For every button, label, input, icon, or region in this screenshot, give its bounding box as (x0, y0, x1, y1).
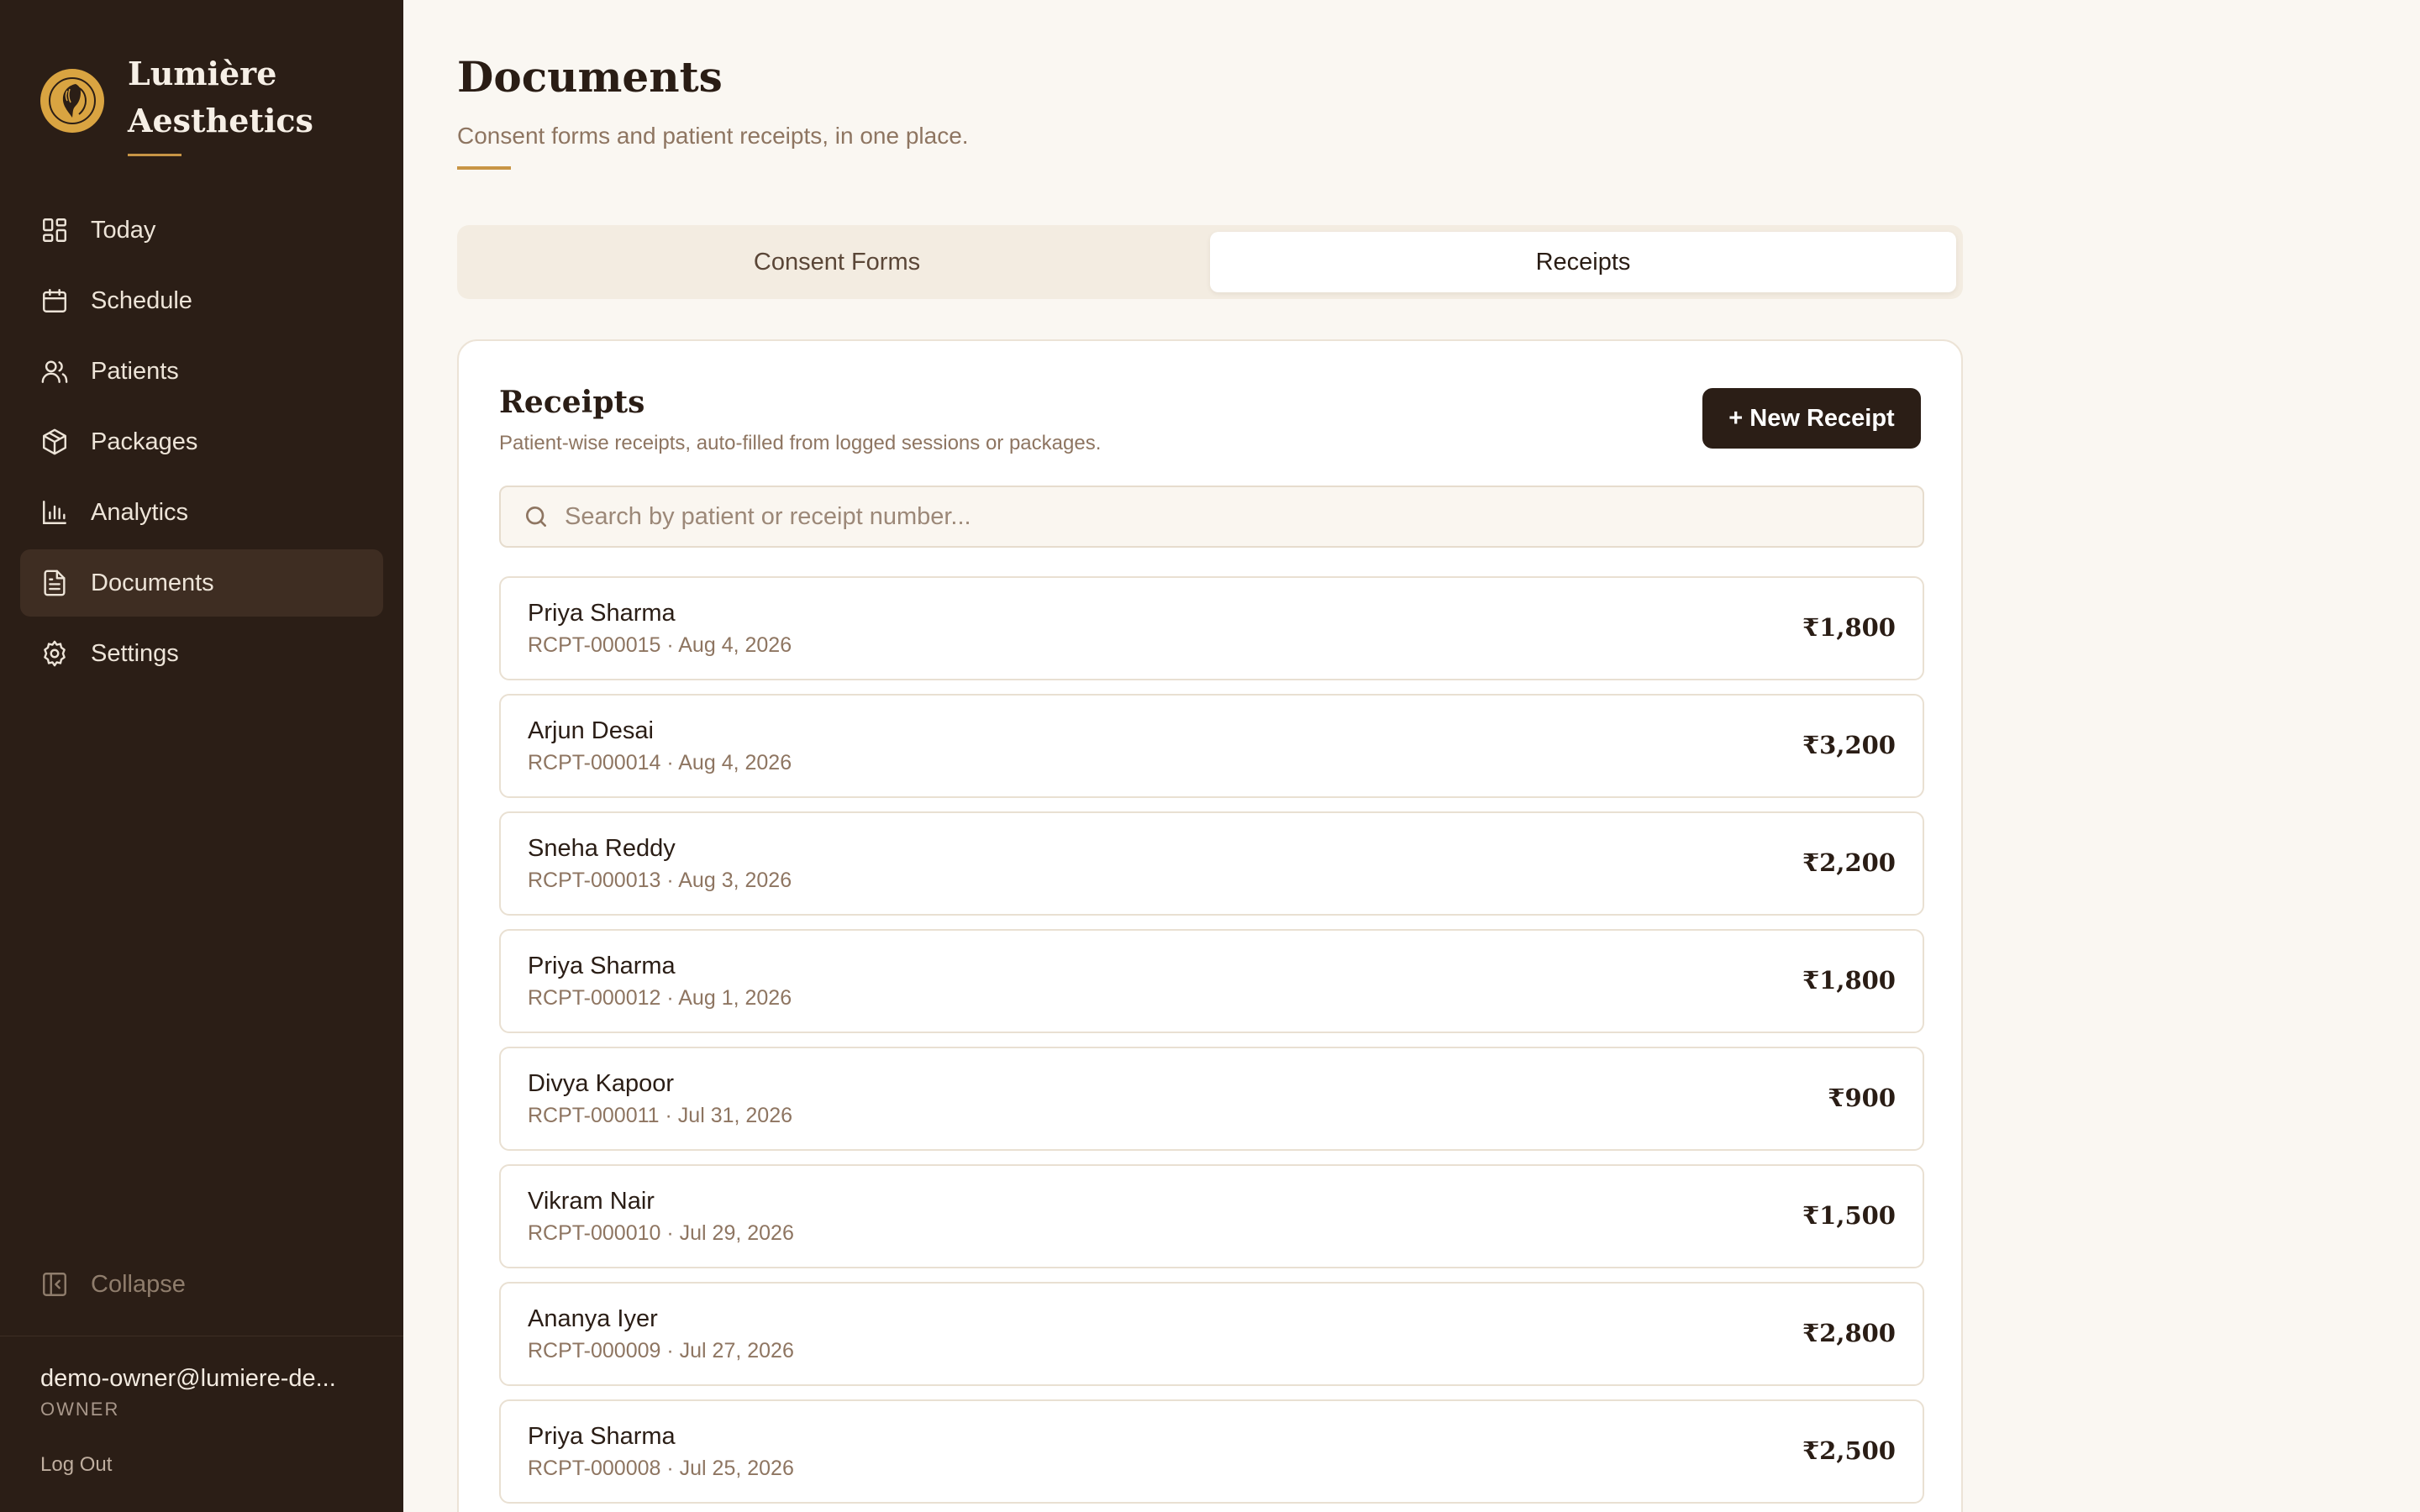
receipts-subtitle: Patient-wise receipts, auto-filled from … (499, 432, 1102, 454)
sidebar-item-settings[interactable]: Settings (20, 620, 383, 687)
logout-link[interactable]: Log Out (40, 1453, 112, 1477)
receipt-row[interactable]: Priya Sharma RCPT-000012 · Aug 1, 2026 ₹… (499, 929, 1924, 1033)
sidebar-item-label: Packages (91, 428, 198, 455)
user-role: OWNER (40, 1399, 120, 1420)
receipt-row[interactable]: Priya Sharma RCPT-000015 · Aug 4, 2026 ₹… (499, 576, 1924, 680)
document-tabs: Consent Forms Receipts (457, 225, 1963, 299)
receipt-amount: ₹2,800 (1802, 1319, 1896, 1347)
calendar-icon (43, 289, 66, 312)
sidebar-item-packages[interactable]: Packages (20, 408, 383, 475)
sidebar-item-label: Settings (91, 639, 179, 667)
receipt-amount: ₹900 (1828, 1084, 1896, 1112)
search-input[interactable] (565, 502, 1909, 531)
receipts-card: Receipts Patient-wise receipts, auto-fil… (457, 339, 1963, 1512)
collapse-sidebar-icon (43, 1273, 66, 1296)
brand-name-line2: Aesthetics (128, 102, 313, 139)
patient-name: Divya Kapoor (528, 1070, 675, 1097)
patient-name: Priya Sharma (528, 600, 676, 627)
receipt-row[interactable]: Sneha Reddy RCPT-000013 · Aug 3, 2026 ₹2… (499, 811, 1924, 916)
sidebar-item-schedule[interactable]: Schedule (20, 267, 383, 334)
receipt-row[interactable]: Vikram Nair RCPT-000010 · Jul 29, 2026 ₹… (499, 1164, 1924, 1268)
tab-receipts[interactable]: Receipts (1210, 232, 1956, 292)
sidebar-item-label: Patients (91, 357, 179, 385)
receipt-meta: RCPT-000008 · Jul 25, 2026 (528, 1457, 794, 1480)
users-icon (41, 360, 68, 383)
patient-name: Ananya Iyer (528, 1305, 658, 1332)
gear-icon (44, 640, 66, 667)
patient-name: Priya Sharma (528, 1423, 676, 1450)
patient-name: Sneha Reddy (528, 835, 676, 862)
receipt-amount: ₹1,800 (1802, 966, 1896, 995)
receipts-title: Receipts (499, 385, 645, 420)
receipt-row[interactable]: Arjun Desai RCPT-000014 · Aug 4, 2026 ₹3… (499, 694, 1924, 798)
user-email: demo-owner@lumiere-de... (40, 1365, 336, 1392)
sidebar-item-label: Documents (91, 569, 214, 596)
receipt-amount: ₹2,200 (1802, 848, 1896, 877)
document-icon (44, 570, 66, 596)
receipt-meta: RCPT-000014 · Aug 4, 2026 (528, 751, 792, 774)
page-subtitle: Consent forms and patient receipts, in o… (457, 123, 969, 149)
sidebar-item-label: Analytics (91, 498, 189, 526)
new-receipt-button[interactable]: + New Receipt (1702, 388, 1921, 449)
brand-logo-icon (40, 69, 104, 133)
tab-consent-forms[interactable]: Consent Forms (464, 232, 1210, 292)
sidebar-item-label: Today (91, 216, 156, 244)
search-box (499, 486, 1924, 548)
receipt-row[interactable]: Ananya Iyer RCPT-000009 · Jul 27, 2026 ₹… (499, 1282, 1924, 1386)
sidebar-nav: Today Schedule Patients Packages Analyti… (20, 197, 383, 690)
search-icon (526, 507, 546, 527)
collapse-button[interactable]: Collapse (40, 1270, 186, 1299)
sidebar-item-documents[interactable]: Documents (20, 549, 383, 617)
brand[interactable]: Lumière Aesthetics (40, 50, 321, 144)
bar-chart-icon (43, 501, 66, 524)
brand-underline (128, 154, 182, 156)
receipt-meta: RCPT-000013 · Aug 3, 2026 (528, 869, 792, 892)
receipt-amount: ₹1,800 (1802, 613, 1896, 642)
package-icon (43, 428, 66, 455)
receipt-amount: ₹3,200 (1802, 731, 1896, 759)
sidebar-item-today[interactable]: Today (20, 197, 383, 264)
receipt-meta: RCPT-000010 · Jul 29, 2026 (528, 1221, 794, 1245)
brand-name-line1: Lumière (128, 55, 277, 92)
collapse-label: Collapse (91, 1270, 186, 1298)
receipt-amount: ₹2,500 (1802, 1436, 1896, 1465)
receipt-meta: RCPT-000009 · Jul 27, 2026 (528, 1339, 794, 1362)
receipt-amount: ₹1,500 (1802, 1201, 1896, 1230)
receipt-list: Priya Sharma RCPT-000015 · Aug 4, 2026 ₹… (499, 576, 1924, 1512)
receipt-row[interactable]: Priya Sharma RCPT-000008 · Jul 25, 2026 … (499, 1399, 1924, 1504)
dashboard-icon (43, 218, 66, 242)
receipt-meta: RCPT-000015 · Aug 4, 2026 (528, 633, 792, 657)
sidebar-item-patients[interactable]: Patients (20, 338, 383, 405)
sidebar: Lumière Aesthetics Today Schedule Patien… (0, 0, 403, 1512)
brand-name: Lumière Aesthetics (128, 50, 321, 144)
sidebar-item-analytics[interactable]: Analytics (20, 479, 383, 546)
patient-name: Priya Sharma (528, 953, 676, 979)
receipt-meta: RCPT-000011 · Jul 31, 2026 (528, 1104, 793, 1127)
receipt-row[interactable]: Divya Kapoor RCPT-000011 · Jul 31, 2026 … (499, 1047, 1924, 1151)
page-title: Documents (457, 52, 723, 102)
title-underline (457, 166, 511, 170)
sidebar-item-label: Schedule (91, 286, 192, 314)
patient-name: Arjun Desai (528, 717, 654, 744)
receipt-meta: RCPT-000012 · Aug 1, 2026 (528, 986, 792, 1010)
patient-name: Vikram Nair (528, 1188, 655, 1215)
